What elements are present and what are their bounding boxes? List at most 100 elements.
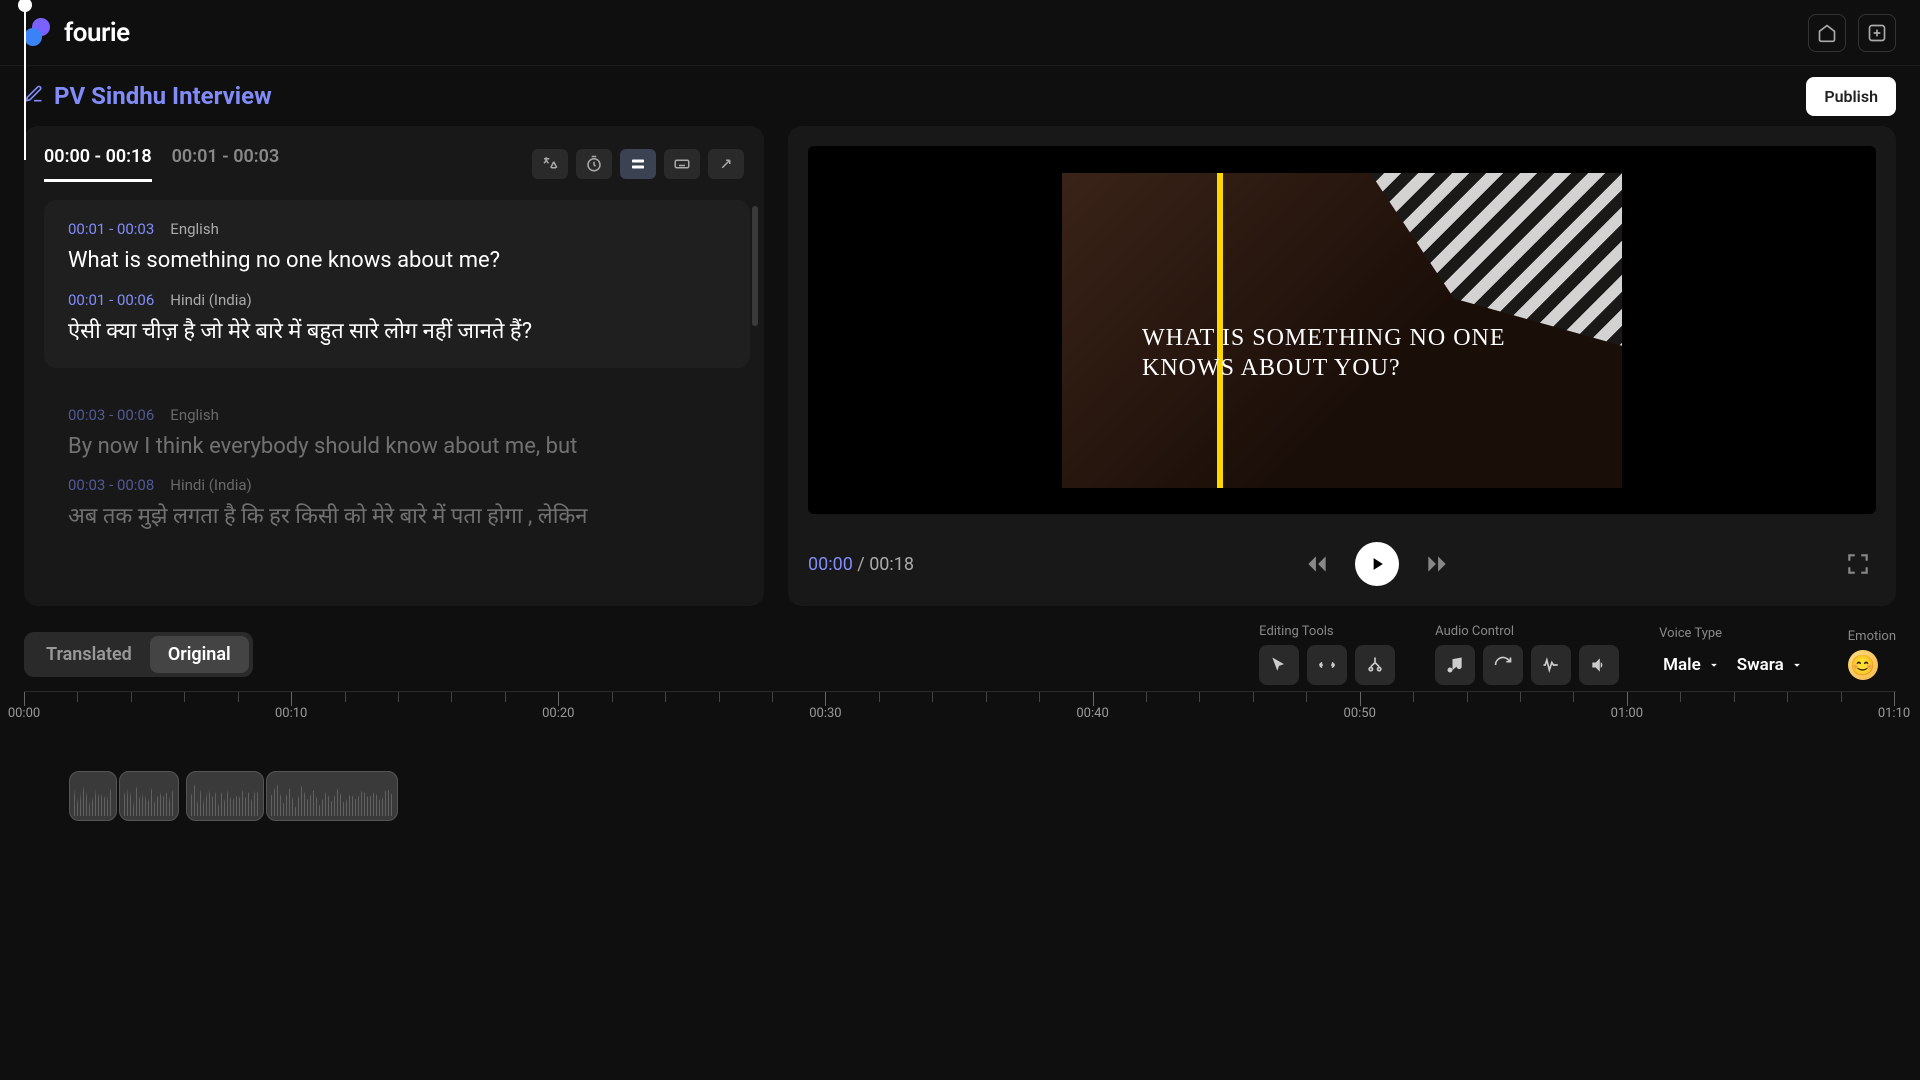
time-range: 00:03 - 00:06 bbox=[68, 406, 154, 424]
keyboard-tool-button[interactable] bbox=[664, 149, 700, 179]
timeline-ruler[interactable]: 00:0000:1000:2000:3000:4000:5001:0001:10 bbox=[24, 691, 1896, 731]
total-time: 00:18 bbox=[869, 554, 914, 575]
publish-button[interactable]: Publish bbox=[1806, 77, 1896, 116]
brand-name: fourie bbox=[64, 18, 130, 48]
language-label: English bbox=[170, 406, 219, 424]
audio-clip[interactable] bbox=[69, 771, 117, 821]
rewind-icon bbox=[1304, 551, 1330, 577]
group-label: Editing Tools bbox=[1259, 624, 1395, 639]
redo-icon bbox=[1493, 655, 1513, 675]
expand-tool-button[interactable] bbox=[708, 149, 744, 179]
segment-tab[interactable]: 00:01 - 00:03 bbox=[172, 146, 280, 182]
transcript-text[interactable]: What is something no one knows about me? bbox=[68, 246, 726, 277]
transcript-card[interactable]: 00:01 - 00:03English What is something n… bbox=[44, 200, 750, 368]
home-button[interactable] bbox=[1808, 14, 1846, 52]
transcript-line: 00:03 - 00:06 English By now I think ever… bbox=[68, 406, 726, 463]
split-icon bbox=[1365, 655, 1385, 675]
transcript-panel: 00:00 - 00:18 00:01 - 00:03 00:01 - 00:0… bbox=[24, 126, 764, 606]
bottom-toolbar: Translated Original Editing Tools Audio … bbox=[0, 606, 1920, 691]
transcript-line: 00:01 - 00:06Hindi (India) ऐसी क्या चीज़… bbox=[68, 291, 726, 348]
main-area: 00:00 - 00:18 00:01 - 00:03 00:01 - 00:0… bbox=[0, 126, 1920, 606]
group-label: Audio Control bbox=[1435, 624, 1619, 639]
transcript-card[interactable]: 00:03 - 00:06 English By now I think ever… bbox=[44, 386, 750, 554]
time-range: 00:03 - 00:08 bbox=[68, 476, 154, 494]
translate-icon bbox=[541, 155, 559, 173]
language-label: Hindi (India) bbox=[170, 291, 251, 309]
new-project-button[interactable] bbox=[1858, 14, 1896, 52]
volume-button[interactable] bbox=[1579, 645, 1619, 685]
fullscreen-icon bbox=[1845, 551, 1871, 577]
transcript-text[interactable]: By now I think everybody should know abo… bbox=[68, 432, 726, 463]
audio-track[interactable] bbox=[24, 761, 1896, 831]
voice-gender-dropdown[interactable]: Male bbox=[1659, 647, 1725, 683]
title-row: PV Sindhu Interview Publish bbox=[0, 66, 1920, 126]
audio-clip[interactable] bbox=[266, 771, 398, 821]
playback-controls: 00:00 / 00:18 bbox=[808, 542, 1876, 586]
transcript-list[interactable]: 00:01 - 00:03English What is something n… bbox=[44, 200, 764, 586]
transcript-line: 00:03 - 00:08 Hindi (India) अब तक मुझे लग… bbox=[68, 476, 726, 533]
cursor-icon bbox=[1269, 655, 1289, 675]
transcript-text[interactable]: अब तक मुझे लगता है कि हर किसी को मेरे बा… bbox=[68, 502, 726, 533]
transcript-scrollbar[interactable] bbox=[752, 206, 758, 326]
play-button[interactable] bbox=[1355, 542, 1399, 586]
keyboard-icon bbox=[673, 155, 691, 173]
language-label: English bbox=[170, 220, 219, 238]
editing-tools-group: Editing Tools bbox=[1259, 624, 1395, 685]
ruler-label: 00:00 bbox=[8, 706, 40, 721]
split-tool[interactable] bbox=[1355, 645, 1395, 685]
ruler-label: 00:50 bbox=[1344, 706, 1376, 721]
chevron-down-icon bbox=[1707, 658, 1721, 672]
playhead[interactable] bbox=[24, 0, 26, 160]
language-label: Hindi (India) bbox=[170, 476, 251, 494]
wave-icon bbox=[1541, 655, 1561, 675]
transcript-text[interactable]: ऐसी क्या चीज़ है जो मेरे बारे में बहुत स… bbox=[68, 317, 726, 348]
list-view-button[interactable] bbox=[620, 149, 656, 179]
audio-clip[interactable] bbox=[119, 771, 179, 821]
rewind-button[interactable] bbox=[1299, 546, 1335, 582]
playback-clock: 00:00 / 00:18 bbox=[808, 554, 914, 575]
volume-icon bbox=[1589, 655, 1609, 675]
voice-name-dropdown[interactable]: Swara bbox=[1733, 647, 1808, 683]
pencil-icon bbox=[24, 84, 44, 104]
group-label: Emotion bbox=[1848, 629, 1896, 644]
audio-mode-toggle: Translated Original bbox=[24, 632, 253, 677]
emotion-group: Emotion bbox=[1848, 629, 1896, 680]
translate-tool-button[interactable] bbox=[532, 149, 568, 179]
audio-control-group: Audio Control bbox=[1435, 624, 1619, 685]
chevron-down-icon bbox=[1790, 658, 1804, 672]
segment-tabs: 00:00 - 00:18 00:01 - 00:03 bbox=[44, 146, 279, 182]
play-icon bbox=[1367, 554, 1387, 574]
brand-logo[interactable]: fourie bbox=[24, 18, 130, 48]
fullscreen-button[interactable] bbox=[1840, 546, 1876, 582]
preview-panel: WHAT IS SOMETHING NO ONE KNOWS ABOUT YOU… bbox=[788, 126, 1896, 606]
list-icon bbox=[629, 155, 647, 173]
ruler-label: 00:10 bbox=[275, 706, 307, 721]
mode-original[interactable]: Original bbox=[150, 636, 249, 673]
video-preview[interactable]: WHAT IS SOMETHING NO ONE KNOWS ABOUT YOU… bbox=[808, 146, 1876, 514]
select-tool[interactable] bbox=[1259, 645, 1299, 685]
audio-clip[interactable] bbox=[186, 771, 264, 821]
ruler-label: 01:10 bbox=[1878, 706, 1910, 721]
ruler-label: 00:20 bbox=[542, 706, 574, 721]
clock-icon bbox=[585, 155, 603, 173]
ruler-label: 00:30 bbox=[809, 706, 841, 721]
timing-tool-button[interactable] bbox=[576, 149, 612, 179]
mode-translated[interactable]: Translated bbox=[28, 636, 150, 673]
emotion-picker[interactable] bbox=[1848, 650, 1878, 680]
forward-icon bbox=[1424, 551, 1450, 577]
music-button[interactable] bbox=[1435, 645, 1475, 685]
timeline: 00:00 00:10 00:20 00:30 00:40 00:50 01:00 01:10 bbox=[0, 691, 1920, 831]
ruler-label: 01:00 bbox=[1611, 706, 1643, 721]
pitch-button[interactable] bbox=[1531, 645, 1571, 685]
transcript-line: 00:01 - 00:03English What is something n… bbox=[68, 220, 726, 277]
voice-type-group: Voice Type Male Swara bbox=[1659, 626, 1808, 683]
video-frame: WHAT IS SOMETHING NO ONE KNOWS ABOUT YOU… bbox=[1062, 173, 1622, 488]
stretch-tool[interactable] bbox=[1307, 645, 1347, 685]
expand-icon bbox=[717, 155, 735, 173]
segment-tab[interactable]: 00:00 - 00:18 bbox=[44, 146, 152, 182]
ruler-label: 00:40 bbox=[1076, 706, 1108, 721]
forward-button[interactable] bbox=[1419, 546, 1455, 582]
regenerate-button[interactable] bbox=[1483, 645, 1523, 685]
project-title[interactable]: PV Sindhu Interview bbox=[54, 82, 272, 110]
edit-title-button[interactable] bbox=[24, 84, 44, 108]
